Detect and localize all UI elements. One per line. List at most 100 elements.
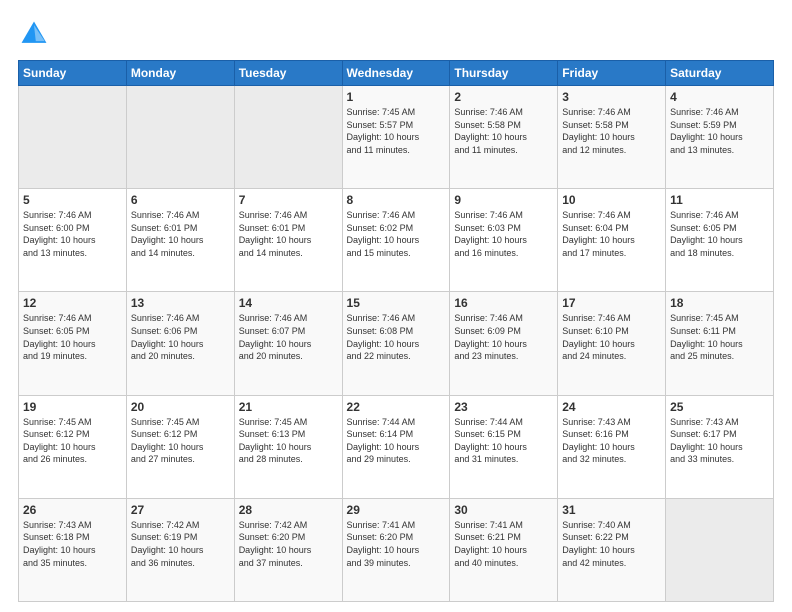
weekday-header: Friday <box>558 61 666 86</box>
calendar-cell: 3 Sunrise: 7:46 AM Sunset: 5:58 PM Daylig… <box>558 86 666 189</box>
day-number: 16 <box>454 296 553 310</box>
day-number: 11 <box>670 193 769 207</box>
calendar-cell: 13 Sunrise: 7:46 AM Sunset: 6:06 PM Dayli… <box>126 292 234 395</box>
calendar-cell: 30 Sunrise: 7:41 AM Sunset: 6:21 PM Dayli… <box>450 498 558 601</box>
day-info: Sunrise: 7:46 AM Sunset: 6:06 PM Dayligh… <box>131 312 230 362</box>
calendar-cell: 10 Sunrise: 7:46 AM Sunset: 6:04 PM Dayli… <box>558 189 666 292</box>
day-info: Sunrise: 7:46 AM Sunset: 6:00 PM Dayligh… <box>23 209 122 259</box>
day-number: 3 <box>562 90 661 104</box>
day-info: Sunrise: 7:42 AM Sunset: 6:20 PM Dayligh… <box>239 519 338 569</box>
day-number: 1 <box>347 90 446 104</box>
day-number: 14 <box>239 296 338 310</box>
header <box>18 18 774 50</box>
calendar-cell <box>234 86 342 189</box>
day-number: 6 <box>131 193 230 207</box>
calendar-cell: 8 Sunrise: 7:46 AM Sunset: 6:02 PM Daylig… <box>342 189 450 292</box>
calendar-cell <box>126 86 234 189</box>
day-info: Sunrise: 7:44 AM Sunset: 6:15 PM Dayligh… <box>454 416 553 466</box>
calendar-cell: 2 Sunrise: 7:46 AM Sunset: 5:58 PM Daylig… <box>450 86 558 189</box>
day-number: 19 <box>23 400 122 414</box>
day-number: 31 <box>562 503 661 517</box>
day-number: 17 <box>562 296 661 310</box>
calendar-cell: 25 Sunrise: 7:43 AM Sunset: 6:17 PM Dayli… <box>666 395 774 498</box>
day-info: Sunrise: 7:46 AM Sunset: 5:58 PM Dayligh… <box>454 106 553 156</box>
weekday-header: Thursday <box>450 61 558 86</box>
day-number: 5 <box>23 193 122 207</box>
day-info: Sunrise: 7:45 AM Sunset: 6:12 PM Dayligh… <box>23 416 122 466</box>
calendar-cell: 11Sunrise: 7:46 AM Sunset: 6:05 PM Dayli… <box>666 189 774 292</box>
day-number: 20 <box>131 400 230 414</box>
calendar-cell <box>19 86 127 189</box>
day-number: 4 <box>670 90 769 104</box>
calendar-cell: 31 Sunrise: 7:40 AM Sunset: 6:22 PM Dayli… <box>558 498 666 601</box>
day-info: Sunrise: 7:41 AM Sunset: 6:21 PM Dayligh… <box>454 519 553 569</box>
weekday-header: Sunday <box>19 61 127 86</box>
calendar-cell: 9 Sunrise: 7:46 AM Sunset: 6:03 PM Daylig… <box>450 189 558 292</box>
calendar-cell: 19 Sunrise: 7:45 AM Sunset: 6:12 PM Dayli… <box>19 395 127 498</box>
day-number: 13 <box>131 296 230 310</box>
day-info: Sunrise: 7:46 AM Sunset: 5:58 PM Dayligh… <box>562 106 661 156</box>
calendar-cell: 7 Sunrise: 7:46 AM Sunset: 6:01 PM Daylig… <box>234 189 342 292</box>
day-info: Sunrise: 7:42 AM Sunset: 6:19 PM Dayligh… <box>131 519 230 569</box>
day-info: Sunrise: 7:45 AM Sunset: 6:13 PM Dayligh… <box>239 416 338 466</box>
day-number: 9 <box>454 193 553 207</box>
logo-icon <box>18 18 50 50</box>
calendar-cell: 27 Sunrise: 7:42 AM Sunset: 6:19 PM Dayli… <box>126 498 234 601</box>
calendar-cell: 29 Sunrise: 7:41 AM Sunset: 6:20 PM Dayli… <box>342 498 450 601</box>
weekday-header: Monday <box>126 61 234 86</box>
day-number: 22 <box>347 400 446 414</box>
day-info: Sunrise: 7:46 AM Sunset: 6:08 PM Dayligh… <box>347 312 446 362</box>
calendar-cell: 17 Sunrise: 7:46 AM Sunset: 6:10 PM Dayli… <box>558 292 666 395</box>
logo <box>18 18 54 50</box>
day-info: Sunrise: 7:46 AM Sunset: 6:09 PM Dayligh… <box>454 312 553 362</box>
day-info: Sunrise: 7:41 AM Sunset: 6:20 PM Dayligh… <box>347 519 446 569</box>
day-number: 2 <box>454 90 553 104</box>
day-info: Sunrise: 7:43 AM Sunset: 6:16 PM Dayligh… <box>562 416 661 466</box>
calendar-cell: 14 Sunrise: 7:46 AM Sunset: 6:07 PM Dayli… <box>234 292 342 395</box>
day-info: Sunrise: 7:46 AM Sunset: 6:04 PM Dayligh… <box>562 209 661 259</box>
day-number: 27 <box>131 503 230 517</box>
day-info: Sunrise: 7:45 AM Sunset: 6:12 PM Dayligh… <box>131 416 230 466</box>
day-info: Sunrise: 7:46 AM Sunset: 5:59 PM Dayligh… <box>670 106 769 156</box>
calendar-cell <box>666 498 774 601</box>
day-number: 30 <box>454 503 553 517</box>
day-number: 26 <box>23 503 122 517</box>
day-number: 23 <box>454 400 553 414</box>
calendar-cell: 1Sunrise: 7:45 AM Sunset: 5:57 PM Daylig… <box>342 86 450 189</box>
day-info: Sunrise: 7:40 AM Sunset: 6:22 PM Dayligh… <box>562 519 661 569</box>
day-info: Sunrise: 7:46 AM Sunset: 6:02 PM Dayligh… <box>347 209 446 259</box>
calendar-cell: 12 Sunrise: 7:46 AM Sunset: 6:05 PM Dayli… <box>19 292 127 395</box>
day-number: 29 <box>347 503 446 517</box>
calendar-cell: 22 Sunrise: 7:44 AM Sunset: 6:14 PM Dayli… <box>342 395 450 498</box>
day-number: 15 <box>347 296 446 310</box>
day-info: Sunrise: 7:46 AM Sunset: 6:10 PM Dayligh… <box>562 312 661 362</box>
day-number: 25 <box>670 400 769 414</box>
day-number: 8 <box>347 193 446 207</box>
day-info: Sunrise: 7:46 AM Sunset: 6:01 PM Dayligh… <box>239 209 338 259</box>
calendar-cell: 15 Sunrise: 7:46 AM Sunset: 6:08 PM Dayli… <box>342 292 450 395</box>
day-info: Sunrise: 7:46 AM Sunset: 6:07 PM Dayligh… <box>239 312 338 362</box>
day-number: 28 <box>239 503 338 517</box>
day-number: 18 <box>670 296 769 310</box>
day-info: Sunrise: 7:45 AM Sunset: 6:11 PM Dayligh… <box>670 312 769 362</box>
day-info: Sunrise: 7:46 AM Sunset: 6:05 PM Dayligh… <box>23 312 122 362</box>
day-number: 21 <box>239 400 338 414</box>
calendar-cell: 20 Sunrise: 7:45 AM Sunset: 6:12 PM Dayli… <box>126 395 234 498</box>
day-info: Sunrise: 7:43 AM Sunset: 6:17 PM Dayligh… <box>670 416 769 466</box>
calendar-cell: 21 Sunrise: 7:45 AM Sunset: 6:13 PM Dayli… <box>234 395 342 498</box>
calendar-cell: 18 Sunrise: 7:45 AM Sunset: 6:11 PM Dayli… <box>666 292 774 395</box>
day-info: Sunrise: 7:46 AM Sunset: 6:01 PM Dayligh… <box>131 209 230 259</box>
calendar-cell: 16 Sunrise: 7:46 AM Sunset: 6:09 PM Dayli… <box>450 292 558 395</box>
day-number: 7 <box>239 193 338 207</box>
calendar-cell: 28 Sunrise: 7:42 AM Sunset: 6:20 PM Dayli… <box>234 498 342 601</box>
calendar-cell: 5 Sunrise: 7:46 AM Sunset: 6:00 PM Daylig… <box>19 189 127 292</box>
calendar-cell: 24Sunrise: 7:43 AM Sunset: 6:16 PM Dayli… <box>558 395 666 498</box>
page: SundayMondayTuesdayWednesdayThursdayFrid… <box>0 0 792 612</box>
calendar-cell: 4 Sunrise: 7:46 AM Sunset: 5:59 PM Daylig… <box>666 86 774 189</box>
day-info: Sunrise: 7:46 AM Sunset: 6:03 PM Dayligh… <box>454 209 553 259</box>
day-info: Sunrise: 7:44 AM Sunset: 6:14 PM Dayligh… <box>347 416 446 466</box>
day-number: 10 <box>562 193 661 207</box>
day-number: 12 <box>23 296 122 310</box>
weekday-header: Tuesday <box>234 61 342 86</box>
weekday-header: Saturday <box>666 61 774 86</box>
